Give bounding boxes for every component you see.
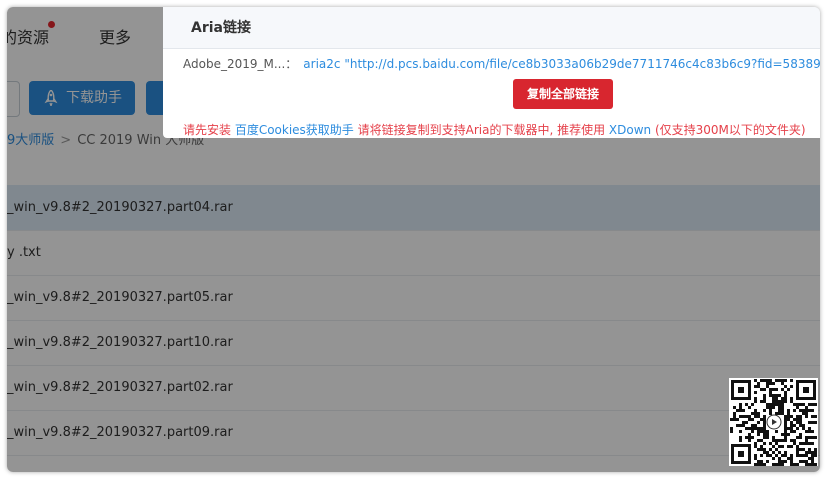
notice-text-1: 请先安装 [183, 123, 235, 137]
install-notice: 请先安装 百度Cookies获取助手 请将链接复制到支持Aria的下载器中, 推… [183, 121, 806, 138]
dialog-header: Aria链接 [163, 7, 820, 49]
xdown-link[interactable]: XDown [609, 123, 651, 137]
notice-text-2: 请将链接复制到支持Aria的下载器中, 推荐使用 [353, 123, 609, 137]
qr-code [729, 378, 818, 466]
aria-link[interactable]: aria2c "http://d.pcs.baidu.com/file/ce8b… [303, 57, 820, 71]
dialog-title: Aria链接 [191, 20, 251, 36]
copy-all-links-button[interactable]: 复制全部链接 [513, 79, 613, 109]
cookies-helper-link[interactable]: 百度Cookies获取助手 [235, 123, 354, 137]
link-row: Adobe_2019_M...： aria2c "http://d.pcs.bai… [183, 55, 820, 72]
notice-text-3: (仅支持300M以下的文件夹) [651, 123, 806, 137]
link-file-name: Adobe_2019_M...： [183, 57, 298, 71]
app-window: 我的资源 更多 下载助手 9大师版>CC 2019 Win 大师版 _win_v… [7, 7, 820, 472]
aria-links-dialog: Aria链接 Adobe_2019_M...： aria2c "http://d.… [163, 7, 820, 138]
